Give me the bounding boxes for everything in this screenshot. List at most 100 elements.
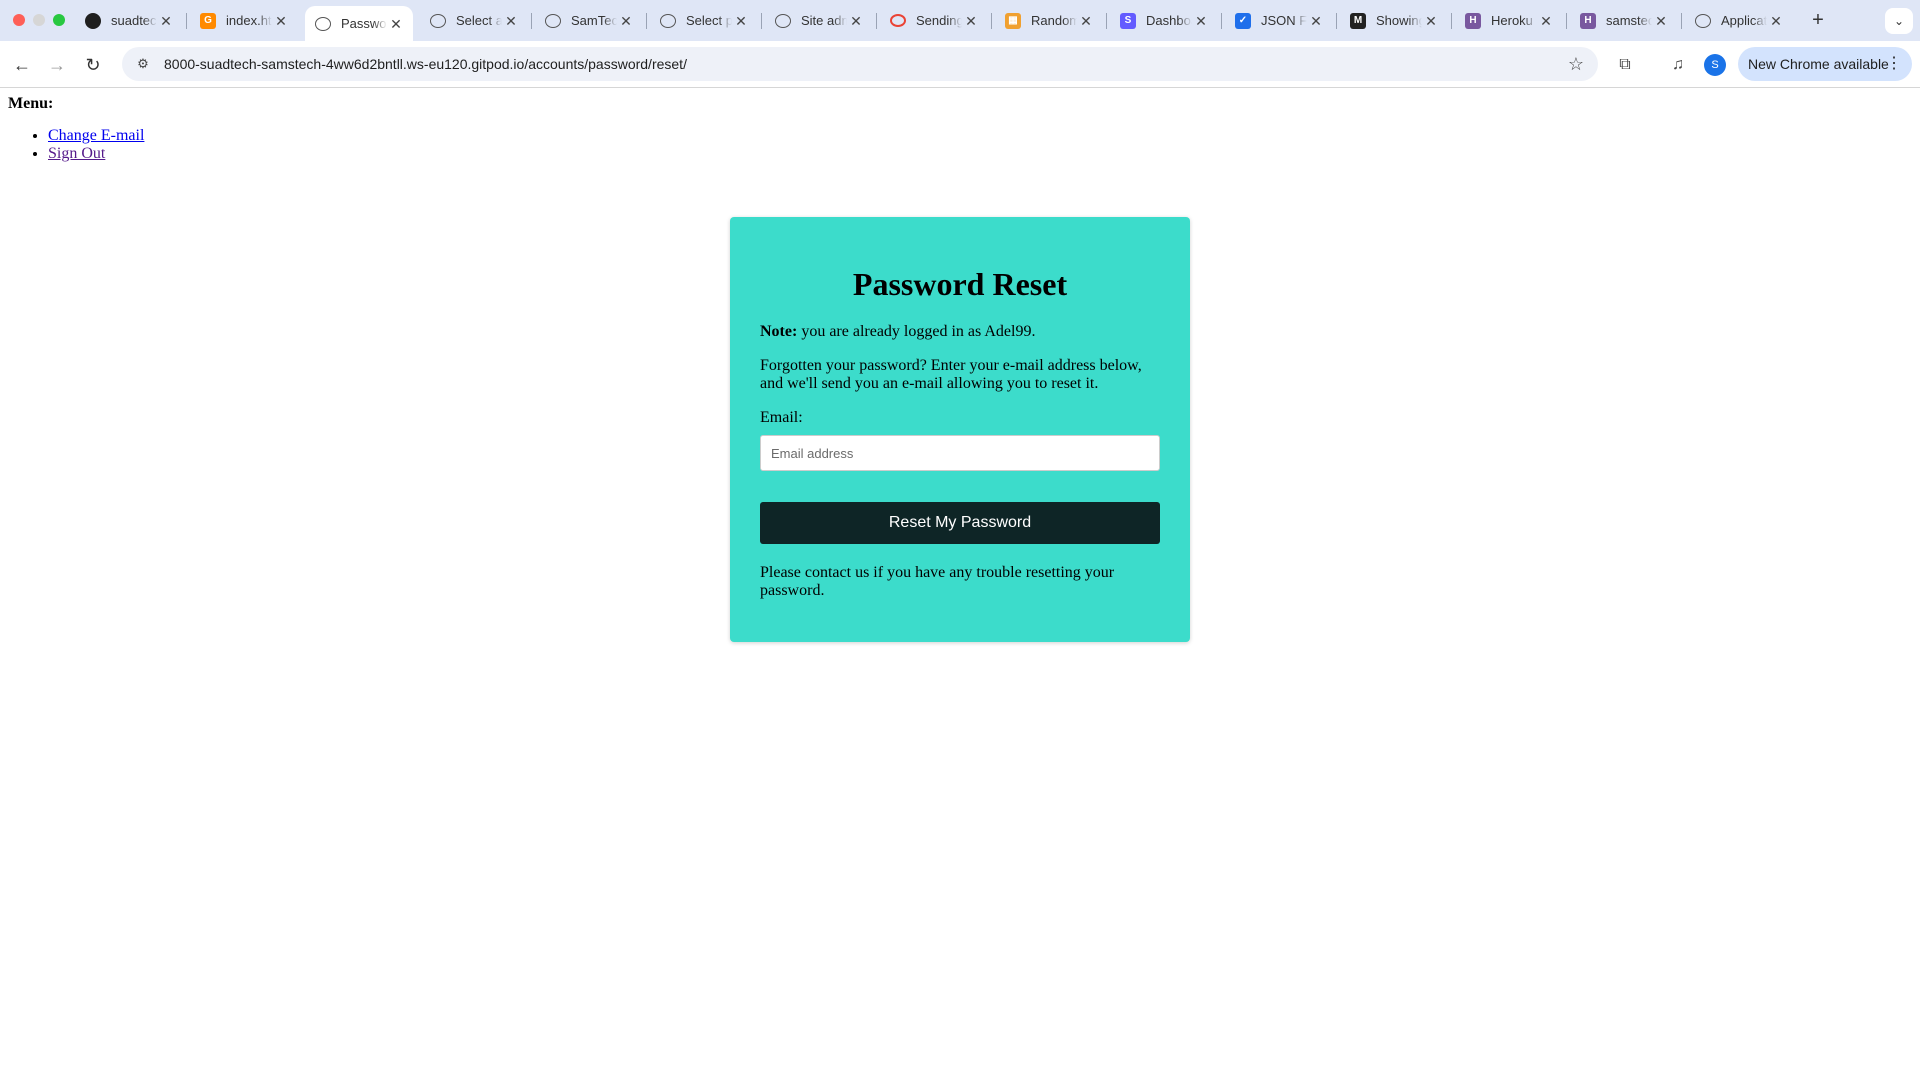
browser-tab[interactable]: Application✕ xyxy=(1685,6,1793,35)
globe-icon xyxy=(775,13,791,28)
note-label: Note: xyxy=(760,323,798,340)
tab-title: Dashboard xyxy=(1146,13,1192,28)
globe-icon xyxy=(545,13,561,28)
tab-separator xyxy=(991,13,992,29)
forward-icon[interactable]: → xyxy=(43,51,71,79)
browser-tab[interactable]: Sending ✕ xyxy=(880,6,988,35)
check-icon: ✓ xyxy=(1235,12,1251,29)
email-label: Email: xyxy=(760,409,803,426)
menu-item: Change E-mail xyxy=(48,127,144,145)
browser-tab[interactable]: S Dashboard✕ xyxy=(1110,6,1218,35)
tab-separator xyxy=(876,13,877,29)
reset-password-button[interactable]: Reset My Password xyxy=(760,502,1160,544)
browser-tab[interactable]: suadtech✕ xyxy=(75,6,183,35)
browser-tab[interactable]: H Heroku ✕ xyxy=(1455,6,1563,35)
browser-tab[interactable]: Select p ✕ xyxy=(650,6,758,35)
close-tab-icon[interactable]: ✕ xyxy=(1077,12,1095,30)
sign-out-link[interactable]: Sign Out xyxy=(48,145,105,162)
browser-tab[interactable]: M Showing ✕ xyxy=(1340,6,1448,35)
tab-separator xyxy=(186,13,187,29)
reload-icon[interactable]: ↻ xyxy=(79,51,107,79)
minimize-window-button[interactable] xyxy=(33,14,45,26)
globe-icon xyxy=(315,16,331,31)
close-tab-icon[interactable]: ✕ xyxy=(1767,12,1785,30)
stripe-icon: S xyxy=(1120,12,1136,29)
close-tab-icon[interactable]: ✕ xyxy=(962,12,980,30)
menu-heading: Menu: xyxy=(8,95,54,112)
new-chrome-available-button[interactable]: New Chrome available ⋮ xyxy=(1738,47,1912,81)
mask-icon: M xyxy=(1350,12,1366,29)
site-info-icon[interactable]: ⚙ xyxy=(134,55,152,73)
browser-tab[interactable]: Select a ✕ xyxy=(420,6,528,35)
close-tab-icon[interactable]: ✕ xyxy=(1537,12,1555,30)
close-tab-icon[interactable]: ✕ xyxy=(1307,12,1325,30)
ring-icon xyxy=(890,14,906,27)
new-tab-button[interactable]: + xyxy=(1806,9,1830,33)
globe-icon xyxy=(1695,13,1711,28)
profile-avatar[interactable]: S xyxy=(1704,54,1726,76)
tab-separator xyxy=(646,13,647,29)
close-window-button[interactable] xyxy=(13,14,25,26)
extensions-icon[interactable]: ⧉ xyxy=(1611,51,1639,79)
browser-tab[interactable]: Gindex.html✕ xyxy=(190,6,298,35)
change-email-link[interactable]: Change E-mail xyxy=(48,127,144,144)
tab-separator xyxy=(1336,13,1337,29)
back-icon[interactable]: ← xyxy=(8,51,36,79)
tab-title: Select p xyxy=(686,13,732,28)
address-bar[interactable]: ⚙ 8000-suadtech-samstech-4ww6d2bntll.ws-… xyxy=(122,47,1598,81)
browser-tab[interactable]: ✓ JSON F ✕ xyxy=(1225,6,1333,35)
note-text: you are already logged in as Adel99. xyxy=(797,323,1036,340)
close-tab-icon[interactable]: ✕ xyxy=(387,15,405,33)
tab-title: samstech xyxy=(1606,13,1652,28)
page-title: Password Reset xyxy=(852,266,1068,302)
email-field[interactable] xyxy=(760,435,1160,471)
tab-separator xyxy=(1106,13,1107,29)
maximize-window-button[interactable] xyxy=(53,14,65,26)
tab-search-button[interactable]: ⌄ xyxy=(1885,8,1913,34)
image-icon: ▦ xyxy=(1005,12,1021,29)
browser-tab[interactable]: SamTech✕ xyxy=(535,6,643,35)
tab-title: suadtech xyxy=(111,13,157,28)
tab-title: Password Reset xyxy=(341,16,387,31)
bookmark-star-icon[interactable]: ☆ xyxy=(1562,50,1590,78)
close-tab-icon[interactable]: ✕ xyxy=(1422,12,1440,30)
tab-separator xyxy=(1221,13,1222,29)
more-menu-icon: ⋮ xyxy=(1886,55,1902,72)
close-tab-icon[interactable]: ✕ xyxy=(272,12,290,30)
browser-tab[interactable]: ▦ Random ✕ xyxy=(995,6,1103,35)
close-tab-icon[interactable]: ✕ xyxy=(157,12,175,30)
heroku-icon: H xyxy=(1465,12,1481,29)
close-tab-icon[interactable]: ✕ xyxy=(1192,12,1210,30)
close-tab-icon[interactable]: ✕ xyxy=(502,12,520,30)
tab-separator xyxy=(1681,13,1682,29)
tab-strip: suadtech✕Gindex.html✕Password Reset✕Sele… xyxy=(0,0,1920,41)
close-tab-icon[interactable]: ✕ xyxy=(617,12,635,30)
tab-title: index.html xyxy=(226,13,272,28)
close-tab-icon[interactable]: ✕ xyxy=(1652,12,1670,30)
close-tab-icon[interactable]: ✕ xyxy=(732,12,750,30)
tab-title: Sending xyxy=(916,13,962,28)
tab-title: Showing xyxy=(1376,13,1422,28)
globe-icon xyxy=(660,13,676,28)
tab-title: Application xyxy=(1721,13,1767,28)
tab-separator xyxy=(1566,13,1567,29)
heroku-icon: H xyxy=(1580,12,1596,29)
browser-tab[interactable]: Password Reset✕ xyxy=(305,6,413,41)
github-icon xyxy=(85,12,101,29)
browser-tab[interactable]: Hsamstech✕ xyxy=(1570,6,1678,35)
media-controls-icon[interactable]: ♫ xyxy=(1664,51,1692,79)
tab-title: JSON F xyxy=(1261,13,1307,28)
instructions-text: Forgotten your password? Enter your e-ma… xyxy=(760,357,1142,392)
globe-icon xyxy=(430,13,446,28)
logged-in-note: Note: you are already logged in as Adel9… xyxy=(760,323,1160,341)
tab-title: Heroku xyxy=(1491,13,1533,28)
tab-title: Site admin xyxy=(801,13,847,28)
url-text[interactable]: 8000-suadtech-samstech-4ww6d2bntll.ws-eu… xyxy=(164,56,1562,72)
browser-tab[interactable]: Site admin✕ xyxy=(765,6,873,35)
close-tab-icon[interactable]: ✕ xyxy=(847,12,865,30)
menu-item: Sign Out xyxy=(48,145,144,163)
tab-title: SamTech xyxy=(571,13,617,28)
page-content: Menu: Change E-mail Sign Out Password Re… xyxy=(0,89,1920,1080)
tab-title: Select a xyxy=(456,13,502,28)
tab-separator xyxy=(531,13,532,29)
